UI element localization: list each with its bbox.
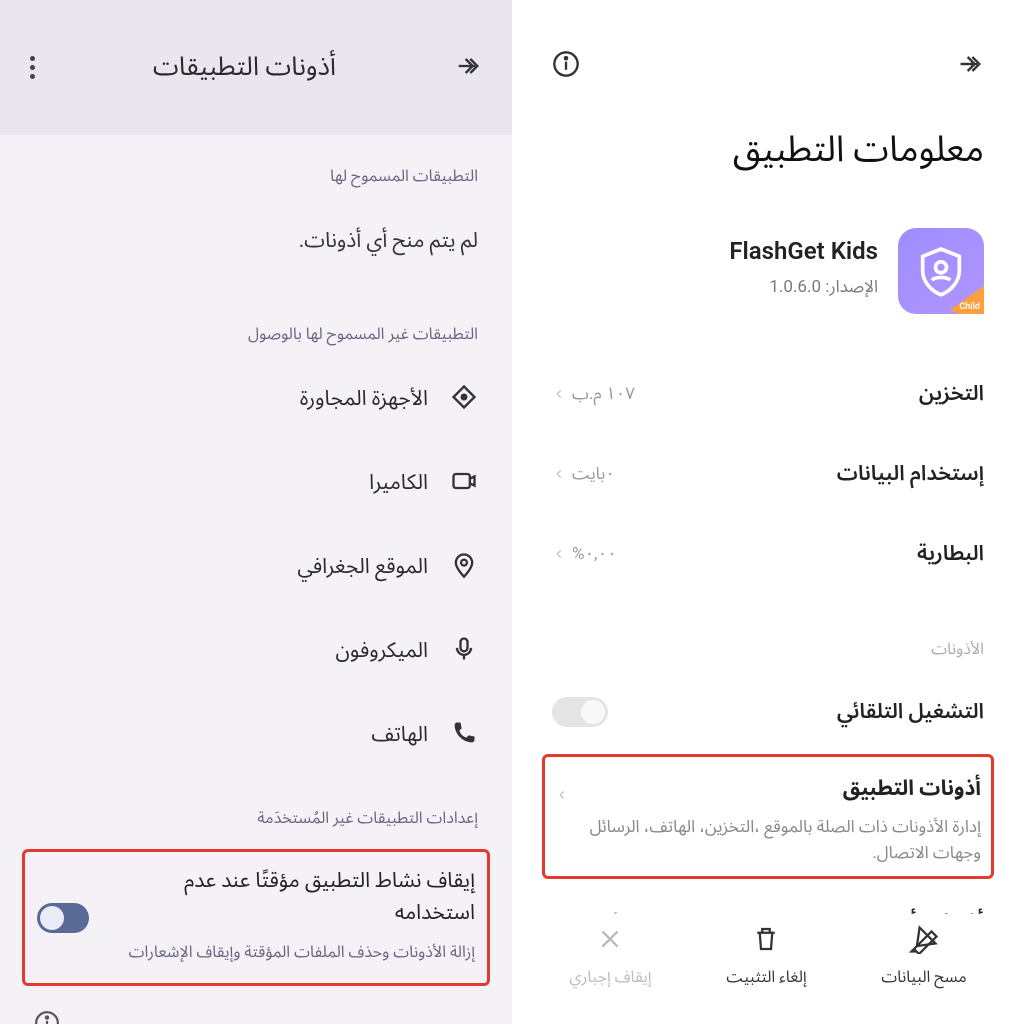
pause-activity-row[interactable]: إيقاف نشاط التطبيق مؤقتًا عند عدم استخدا… — [22, 849, 490, 986]
back-icon[interactable] — [454, 52, 482, 84]
permission-phone[interactable]: الهاتف — [0, 693, 512, 777]
denied-section-label: التطبيقات غير المسموح لها بالوصول — [0, 293, 512, 357]
permission-location[interactable]: الموقع الجغرافي — [0, 525, 512, 609]
storage-label: التخزين — [919, 372, 984, 416]
force-stop-label: إيقاف إجباري — [569, 960, 651, 994]
app-permissions-desc: إدارة الأذونات ذات الصلة بالموقع ،التخزي… — [569, 815, 981, 866]
permission-label: الكاميرا — [369, 461, 428, 505]
permission-microphone[interactable]: الميكروفون — [0, 609, 512, 693]
autostart-toggle[interactable] — [552, 697, 608, 727]
nearby-devices-icon — [450, 383, 478, 415]
storage-value: ١٠٧ م.ب — [572, 376, 635, 412]
app-header: Child FlashGet Kids الإصدار: 1.0.6.0 — [512, 228, 1024, 354]
autostart-label: التشغيل التلقائي — [837, 690, 984, 734]
no-permissions-text: لم يتم منح أي أذونات. — [0, 199, 512, 293]
app-badge: Child — [959, 302, 980, 312]
app-permissions-screen: أذونات التطبيقات التطبيقات المسموح لها ل… — [0, 0, 512, 1024]
battery-row[interactable]: البطارية ٠,٠٠% — [512, 514, 1024, 594]
autostart-row[interactable]: التشغيل التلقائي — [512, 676, 1024, 748]
permission-label: الموقع الجغرافي — [297, 545, 428, 589]
pause-activity-title: إيقاف نشاط التطبيق مؤقتًا عند عدم استخدا… — [103, 866, 475, 929]
info-icon[interactable] — [552, 50, 580, 82]
permission-label: الأجهزة المجاورة — [300, 377, 428, 421]
app-permissions-row[interactable]: أذونات التطبيق إدارة الأذونات ذات الصلة … — [542, 754, 994, 879]
chevron-left-icon — [555, 767, 569, 806]
permission-label: الهاتف — [371, 713, 428, 757]
pause-activity-toggle[interactable] — [37, 903, 89, 933]
header: أذونات التطبيقات — [0, 0, 512, 135]
app-info-screen: معلومات التطبيق Child FlashGet Kids الإص… — [512, 0, 1024, 1024]
clear-data-label: مسح البيانات — [881, 960, 966, 994]
header — [512, 0, 1024, 112]
uninstall-label: إلغاء التثبيت — [726, 960, 806, 994]
uninstall-button[interactable]: إلغاء التثبيت — [726, 924, 806, 994]
data-usage-row[interactable]: إستخدام البيانات ٠بايت — [512, 434, 1024, 514]
camera-icon — [450, 467, 478, 499]
allowed-section-label: التطبيقات المسموح لها — [0, 135, 512, 199]
battery-value: ٠,٠٠% — [572, 536, 617, 572]
permissions-section-label: الأذونات — [512, 594, 1024, 676]
bottom-actions: مسح البيانات إلغاء التثبيت إيقاف إجباري — [512, 914, 1024, 1024]
page-title: أذونات التطبيقات — [153, 40, 336, 95]
app-icon: Child — [898, 228, 984, 314]
phone-icon — [450, 719, 478, 751]
app-version: الإصدار: 1.0.6.0 — [729, 269, 878, 305]
data-usage-value: ٠بايت — [572, 456, 615, 492]
data-usage-label: إستخدام البيانات — [837, 452, 984, 496]
app-name: FlashGet Kids — [729, 237, 878, 265]
storage-row[interactable]: التخزين ١٠٧ م.ب — [512, 354, 1024, 434]
back-icon[interactable] — [956, 50, 984, 82]
more-menu-icon[interactable] — [30, 56, 35, 79]
battery-label: البطارية — [917, 532, 984, 576]
permission-camera[interactable]: الكاميرا — [0, 441, 512, 525]
pause-activity-desc: إزالة الأذونات وحذف الملفات المؤقتة وإيق… — [103, 935, 475, 969]
permission-nearby[interactable]: الأجهزة المجاورة — [0, 357, 512, 441]
clear-data-button[interactable]: مسح البيانات — [881, 924, 966, 994]
unused-section-label: إعدادات التطبيقات غير المُستخدَمة — [0, 777, 512, 841]
force-stop-button: إيقاف إجباري — [569, 924, 651, 994]
info-icon[interactable] — [34, 1010, 60, 1024]
microphone-icon — [450, 635, 478, 667]
permission-label: الميكروفون — [336, 629, 428, 673]
app-permissions-title: أذونات التطبيق — [569, 767, 981, 811]
page-title: معلومات التطبيق — [512, 112, 1024, 228]
location-icon — [450, 551, 478, 583]
